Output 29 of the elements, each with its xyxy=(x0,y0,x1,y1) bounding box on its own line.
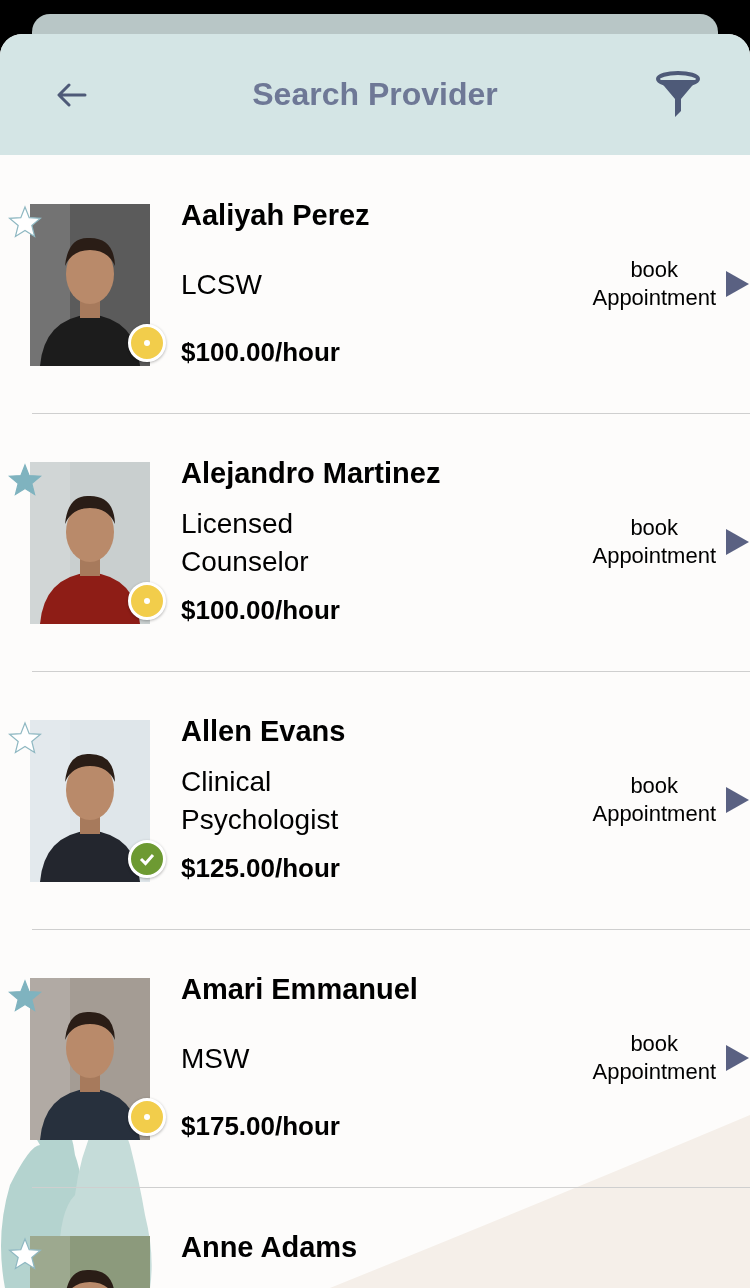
page-title: Search Provider xyxy=(252,76,498,113)
hourly-rate: $100.00/hour xyxy=(181,337,341,368)
provider-name: Amari Emmanuel xyxy=(181,973,419,1006)
hourly-rate: $175.00/hour xyxy=(181,1111,341,1142)
play-arrow-icon xyxy=(724,786,750,814)
provider-name: Allen Evans xyxy=(181,715,347,748)
book-appointment-button[interactable]: book Appointment xyxy=(560,155,750,413)
provider-name: Aaliyah Perez xyxy=(181,199,371,232)
filter-icon xyxy=(655,70,701,119)
star-icon[interactable] xyxy=(8,205,42,239)
back-arrow-icon xyxy=(57,82,87,107)
provider-credential: MSW xyxy=(181,1041,251,1076)
star-icon[interactable] xyxy=(8,979,42,1013)
book-appointment-button[interactable]: book Appointment xyxy=(560,671,750,929)
star-icon[interactable] xyxy=(8,721,42,755)
book-appointment-button[interactable]: book Appointment xyxy=(560,413,750,671)
provider-credential: Licensed Counselor xyxy=(181,506,310,579)
play-arrow-icon xyxy=(724,528,750,556)
book-appointment-button[interactable]: book Appointment xyxy=(560,929,750,1187)
provider-credential: LCSW xyxy=(181,267,263,302)
play-arrow-icon xyxy=(724,1044,750,1072)
provider-name: Alejandro Martinez xyxy=(181,457,442,490)
star-icon[interactable] xyxy=(8,1237,42,1271)
provider-name: Anne Adams xyxy=(181,1231,359,1264)
star-icon[interactable] xyxy=(8,463,42,497)
play-arrow-icon xyxy=(724,270,750,298)
provider-credential: Clinical Psychologist xyxy=(181,764,340,837)
hourly-rate: $125.00/hour xyxy=(181,853,341,884)
hourly-rate: $100.00/hour xyxy=(181,595,341,626)
